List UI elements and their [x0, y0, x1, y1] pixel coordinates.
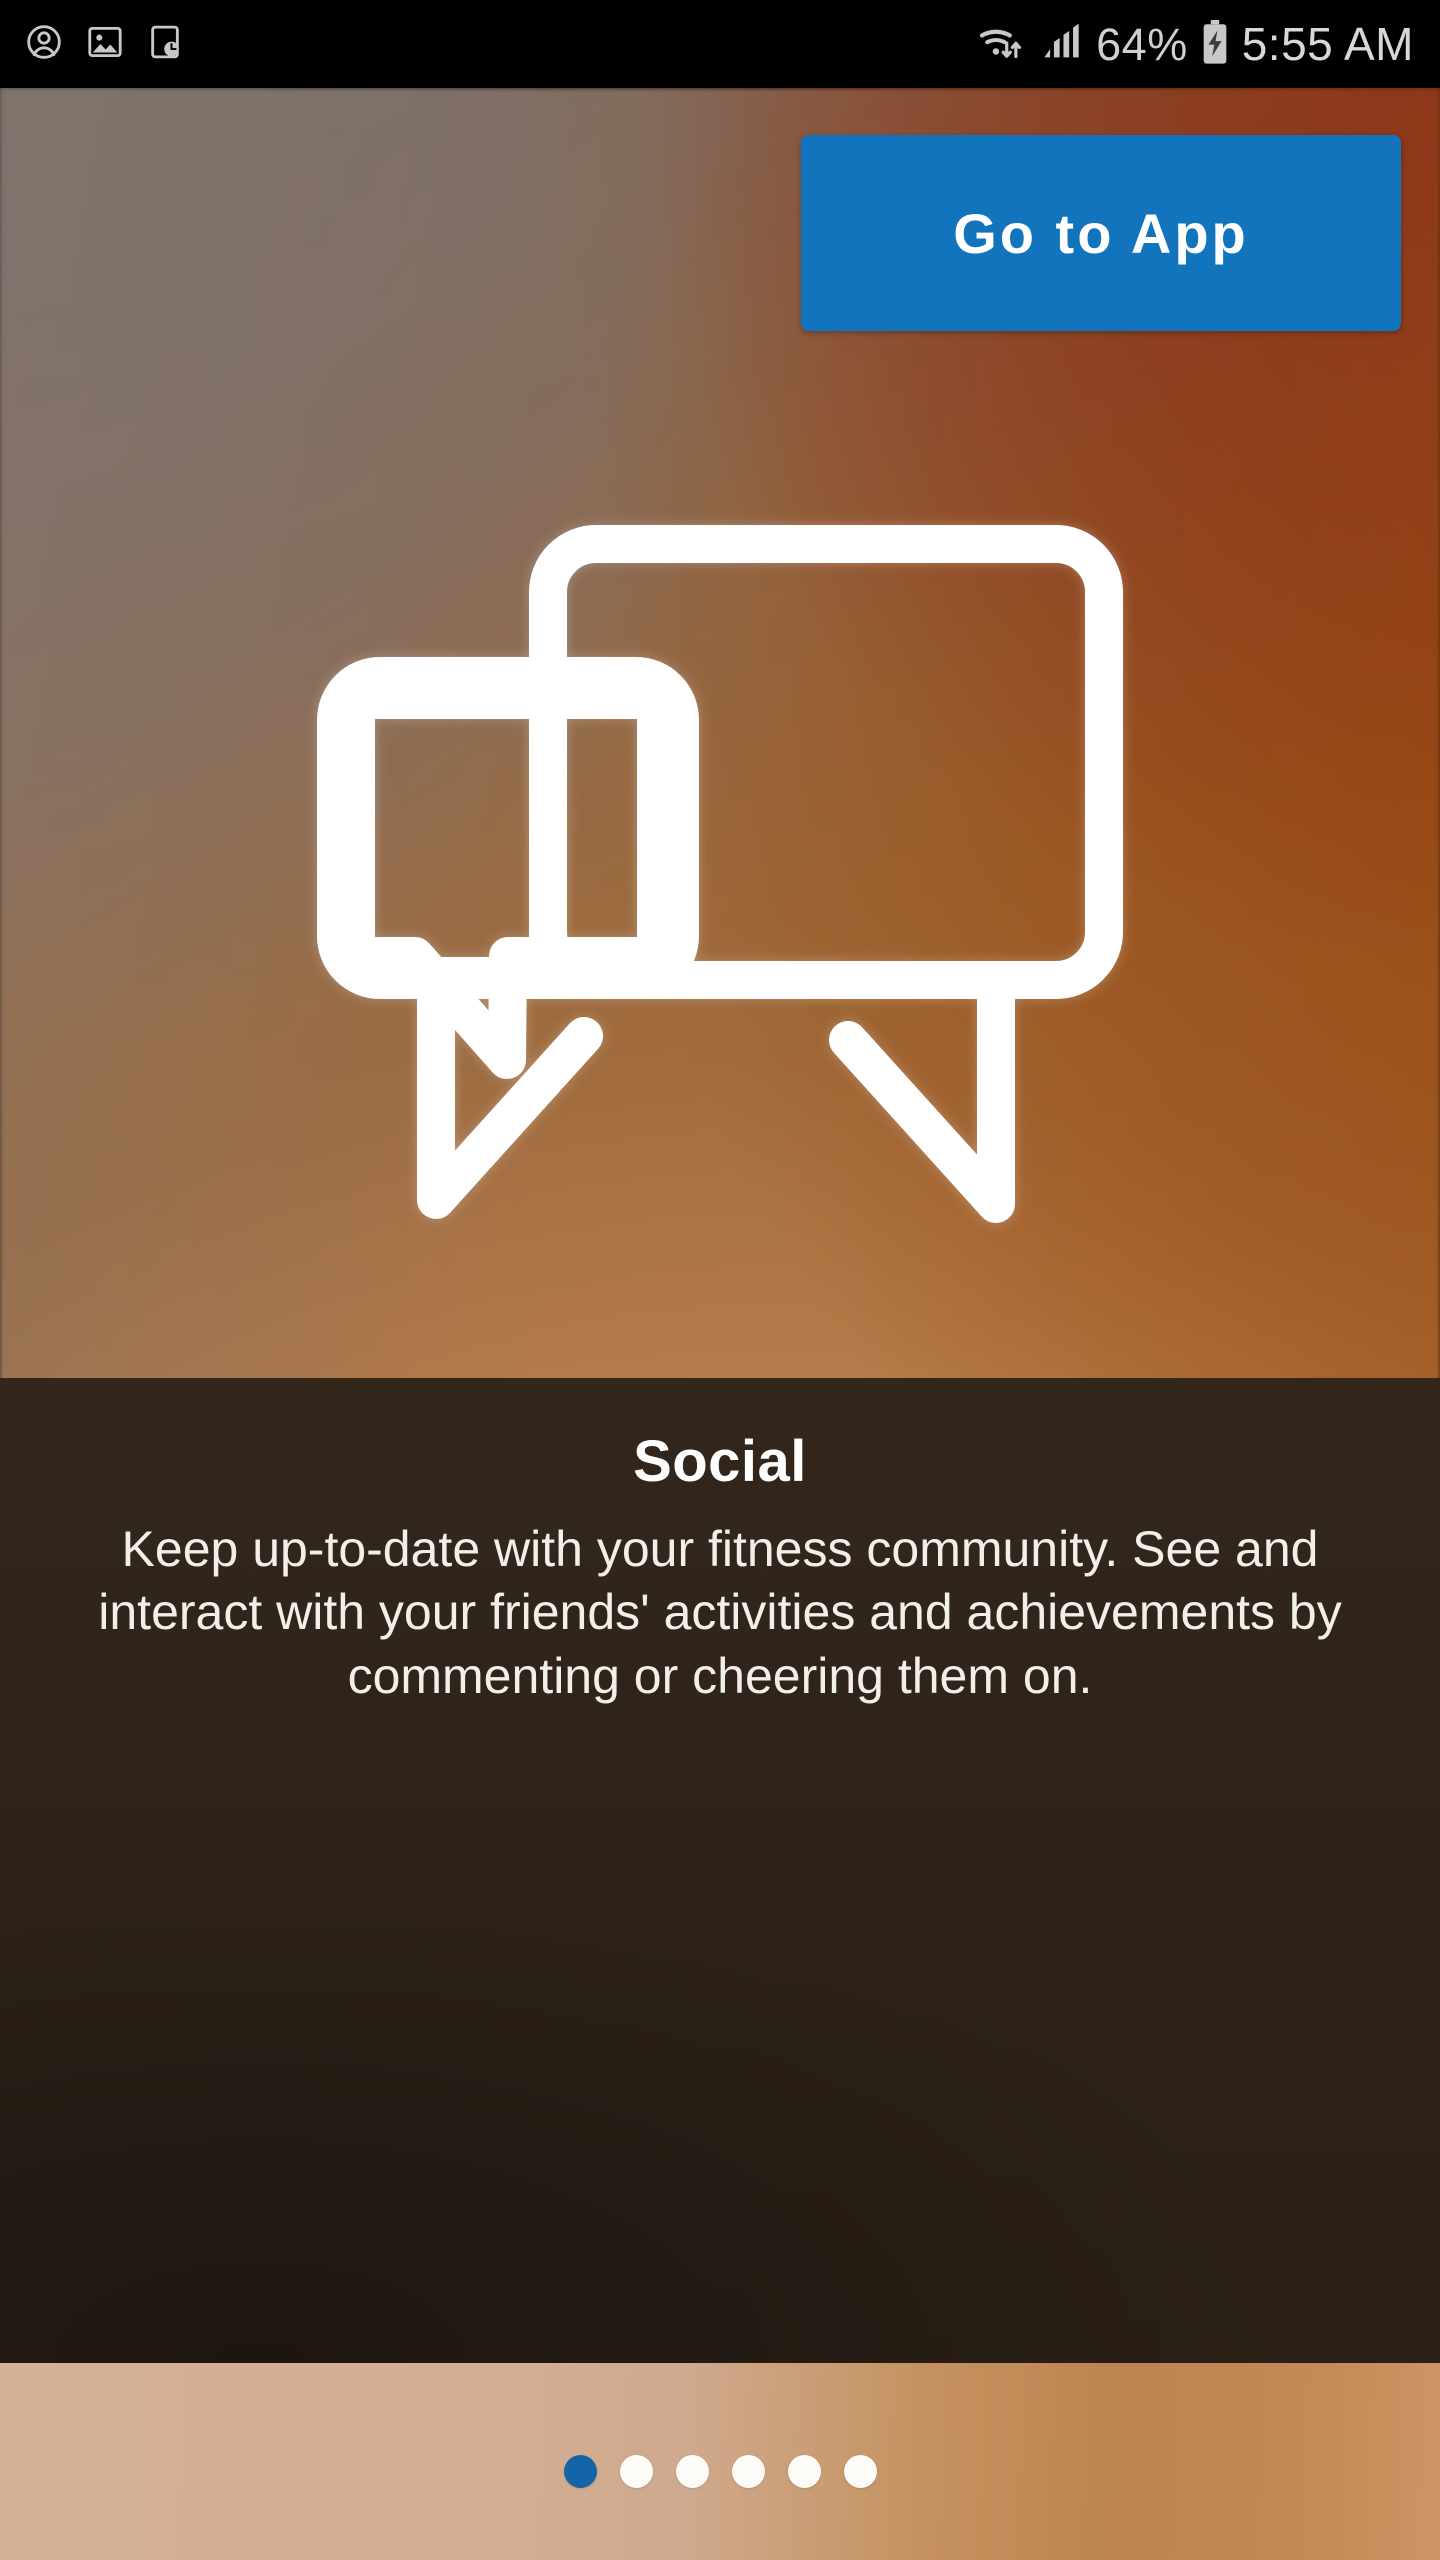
- status-bar-notification-icons: [24, 22, 184, 67]
- pagination-dot-5[interactable]: [787, 2455, 821, 2488]
- pagination-dot-4[interactable]: [731, 2455, 765, 2488]
- chat-bubbles-icon: [292, 500, 1148, 1300]
- onboarding-screen: 64% 5:55 AM Go to App Social Keep up-to-…: [0, 0, 1440, 2560]
- cellular-signal-icon: [1040, 20, 1084, 69]
- wifi-transfer-icon: [976, 20, 1028, 69]
- bottom-bar: [0, 2363, 1440, 2560]
- go-to-app-button[interactable]: Go to App: [801, 135, 1401, 331]
- status-bar: 64% 5:55 AM: [0, 0, 1440, 88]
- pagination-dot-2[interactable]: [619, 2455, 653, 2488]
- battery-charging-icon: [1200, 19, 1230, 70]
- pagination-dots: [0, 2455, 1440, 2488]
- page-title: Social: [633, 1429, 807, 1494]
- pagination-dot-1[interactable]: [563, 2455, 597, 2488]
- device-clock-icon: [146, 23, 184, 66]
- feature-description: Keep up-to-date with your fitness commun…: [98, 1520, 1342, 1704]
- status-bar-system-icons: 64% 5:55 AM: [976, 17, 1414, 71]
- clock-label: 5:55 AM: [1241, 18, 1414, 70]
- image-gallery-icon: [86, 23, 124, 66]
- pagination-dot-3[interactable]: [675, 2455, 709, 2488]
- battery-percent-label: 64%: [1096, 18, 1188, 70]
- pagination-dot-6[interactable]: [843, 2455, 877, 2488]
- contact-account-icon: [24, 22, 64, 67]
- feature-info-panel: Social Keep up-to-date with your fitness…: [0, 1378, 1440, 2363]
